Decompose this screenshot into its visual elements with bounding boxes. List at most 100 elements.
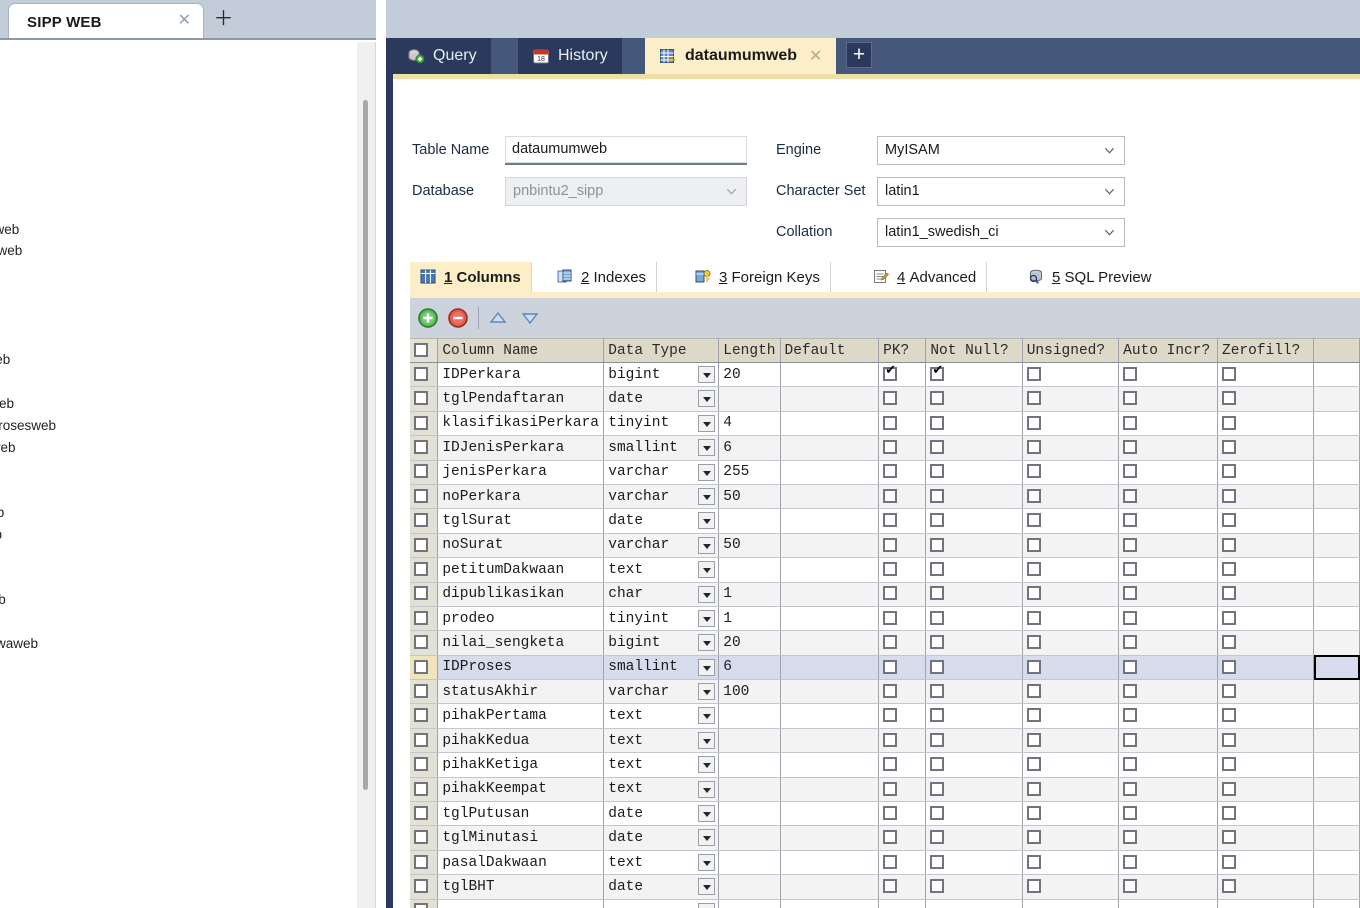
unsigned-checkbox[interactable] [1026, 586, 1041, 601]
cell-unsigned[interactable] [1022, 411, 1120, 437]
subtab-columns[interactable]: 1 Columns [410, 262, 532, 292]
cell-default[interactable] [780, 557, 880, 583]
cell-autoincr[interactable] [1118, 752, 1218, 778]
cell-notnull[interactable] [925, 435, 1023, 461]
cell-data-type[interactable]: text [603, 850, 720, 876]
row-select-cell[interactable] [410, 557, 439, 583]
autoincr-checkbox[interactable] [1123, 464, 1138, 479]
cell-length[interactable]: 100 [718, 679, 781, 705]
cell-pk[interactable] [878, 386, 927, 412]
notnull-checkbox[interactable] [930, 391, 945, 406]
column-header[interactable]: Default [780, 338, 880, 363]
column-header[interactable] [1313, 338, 1360, 363]
cell-autoincr[interactable] [1118, 825, 1218, 851]
unsigned-checkbox[interactable] [1026, 415, 1041, 430]
row-checkbox[interactable] [414, 635, 428, 650]
cell-unsigned[interactable] [1022, 728, 1120, 754]
autoincr-checkbox[interactable] [1123, 415, 1138, 430]
cell-length[interactable] [718, 557, 781, 583]
unsigned-checkbox[interactable] [1026, 757, 1041, 772]
zerofill-checkbox[interactable] [1222, 683, 1236, 698]
row-select-cell[interactable] [410, 850, 439, 876]
row-checkbox[interactable] [414, 903, 428, 908]
table-row[interactable]: tglSurat date [410, 508, 1360, 534]
unsigned-checkbox[interactable] [1026, 708, 1041, 723]
cell-notnull[interactable] [925, 386, 1023, 412]
cell-default[interactable] [780, 825, 880, 851]
row-select-cell[interactable] [410, 460, 439, 485]
cell-unsigned[interactable] [1022, 703, 1120, 729]
cell-column-name[interactable]: IDJenisPerkara [437, 435, 605, 461]
cell-autoincr[interactable] [1118, 484, 1218, 510]
cell-length[interactable] [718, 508, 781, 534]
unsigned-checkbox[interactable] [1026, 805, 1041, 820]
cell-data-type[interactable]: smallint [603, 435, 720, 461]
cell-default[interactable] [780, 777, 880, 803]
table-row[interactable]: noSurat varchar 50 [410, 533, 1360, 559]
row-select-cell[interactable] [410, 825, 439, 851]
row-checkbox[interactable] [414, 708, 428, 723]
cell-unsigned[interactable] [1022, 582, 1120, 607]
cell-length[interactable] [718, 752, 781, 778]
table-row[interactable]: petitumDakwaan text [410, 557, 1360, 583]
cell-zerofill[interactable] [1217, 508, 1315, 534]
cell-default[interactable] [780, 411, 880, 437]
cell-zerofill[interactable] [1217, 777, 1315, 803]
unsigned-checkbox[interactable] [1026, 391, 1041, 406]
autoincr-checkbox[interactable] [1123, 708, 1138, 723]
cell-pk[interactable] [878, 655, 927, 681]
column-header[interactable]: Length [718, 338, 781, 363]
cell-autoincr[interactable] [1118, 460, 1218, 485]
cell-length[interactable] [718, 825, 781, 851]
cell-notnull[interactable] [925, 874, 1023, 900]
cell-column-name[interactable]: noPerkara [437, 484, 605, 510]
autoincr-checkbox[interactable] [1123, 781, 1138, 796]
notnull-checkbox[interactable] [930, 683, 945, 698]
cell-autoincr[interactable] [1118, 801, 1218, 827]
pk-checkbox[interactable] [883, 391, 898, 406]
cell-length[interactable] [718, 703, 781, 729]
pk-checkbox[interactable] [883, 805, 898, 820]
pk-checkbox[interactable] [883, 781, 898, 796]
cell-autoincr[interactable] [1118, 703, 1218, 729]
cell-unsigned[interactable] [1022, 777, 1120, 803]
table-row[interactable]: pasalDakwaan text [410, 850, 1360, 876]
cell-column-name[interactable]: tglSurat [437, 508, 605, 534]
cell-zerofill[interactable] [1217, 411, 1315, 437]
zerofill-checkbox[interactable] [1222, 586, 1236, 601]
cell-default[interactable] [780, 508, 880, 534]
cell-pk[interactable] [878, 533, 927, 559]
cell-data-type[interactable]: date [603, 801, 720, 827]
data-type-dropdown-icon[interactable] [698, 829, 716, 847]
row-select-cell[interactable] [410, 435, 439, 461]
cell-zerofill[interactable] [1217, 386, 1315, 412]
cell-column-name[interactable]: petitumDakwaan [437, 557, 605, 583]
unsigned-checkbox[interactable] [1026, 513, 1041, 528]
cell-overflow[interactable] [1313, 850, 1360, 876]
row-checkbox[interactable] [414, 854, 428, 869]
cell-data-type[interactable]: smallint [603, 655, 720, 681]
cell-overflow[interactable] [1313, 362, 1360, 388]
cell-default[interactable] [780, 533, 880, 559]
pk-checkbox[interactable] [883, 561, 898, 576]
cell-autoincr[interactable] [1118, 630, 1218, 656]
notnull-checkbox[interactable] [930, 440, 945, 455]
unsigned-checkbox[interactable] [1026, 464, 1041, 479]
row-select-cell[interactable] [410, 582, 439, 607]
cell-zerofill[interactable] [1217, 630, 1315, 656]
tree-item[interactable]: siapanweb [0, 439, 19, 456]
cell-data-type[interactable]: date [603, 874, 720, 900]
cell-data-type[interactable]: varchar [603, 460, 720, 485]
row-checkbox[interactable] [414, 391, 428, 406]
cell-pk[interactable] [878, 411, 927, 437]
autoincr-checkbox[interactable] [1123, 488, 1138, 503]
table-row[interactable]: pihakPertama text [410, 703, 1360, 729]
cell-notnull[interactable] [925, 752, 1023, 778]
row-select-cell[interactable] [410, 874, 439, 900]
cell-autoincr[interactable] [1118, 386, 1218, 412]
cell-overflow[interactable] [1313, 386, 1360, 412]
row-checkbox[interactable] [414, 683, 428, 698]
zerofill-checkbox[interactable] [1222, 513, 1236, 528]
zerofill-checkbox[interactable] [1222, 464, 1236, 479]
row-checkbox[interactable] [414, 513, 428, 528]
